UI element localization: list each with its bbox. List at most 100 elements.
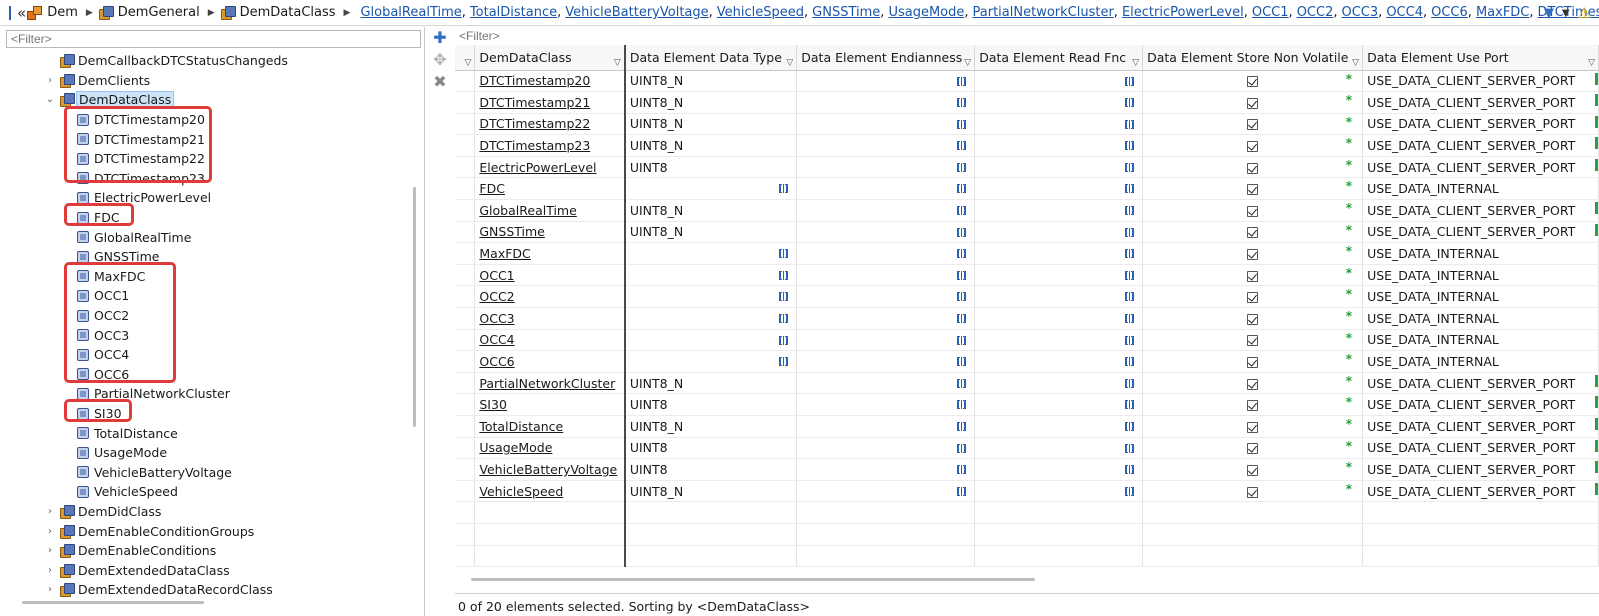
breadcrumb-element-link[interactable]: GNSSTime bbox=[812, 5, 880, 20]
column-filter-icon[interactable]: ▽ bbox=[464, 58, 471, 68]
add-element-icon[interactable]: ✚ bbox=[430, 28, 450, 48]
store-non-volatile-checkbox[interactable] bbox=[1247, 400, 1259, 412]
store-non-volatile-checkbox[interactable] bbox=[1247, 227, 1259, 239]
endianness-cell[interactable] bbox=[796, 177, 976, 201]
filter-icon[interactable]: ▼ bbox=[1544, 6, 1554, 21]
row-header[interactable] bbox=[455, 372, 476, 395]
edit-value-icon[interactable] bbox=[779, 270, 789, 280]
data-type-cell[interactable]: UINT8 bbox=[624, 437, 798, 460]
table-row[interactable]: PartialNetworkCluster UINT8_N * USE_DATA_CL… bbox=[455, 372, 1599, 395]
breadcrumb-item[interactable]: Dem bbox=[26, 5, 78, 20]
data-type-cell[interactable]: UINT8_N bbox=[624, 113, 798, 136]
store-non-volatile-cell[interactable]: * bbox=[1142, 393, 1364, 416]
row-header-corner[interactable]: ▽ bbox=[455, 45, 476, 71]
row-header[interactable] bbox=[455, 134, 476, 157]
data-type-cell[interactable] bbox=[624, 307, 798, 330]
breadcrumb-element-link[interactable]: VehicleSpeed bbox=[717, 5, 804, 20]
data-type-cell[interactable]: UINT8_N bbox=[624, 70, 798, 93]
store-non-volatile-cell[interactable]: * bbox=[1142, 134, 1364, 157]
endianness-cell[interactable] bbox=[796, 458, 976, 481]
edit-value-icon[interactable] bbox=[1125, 206, 1135, 216]
column-filter-icon[interactable]: ▽ bbox=[786, 58, 793, 68]
table-row[interactable]: VehicleSpeed UINT8_N * USE_DATA_CLIENT_SERV… bbox=[455, 480, 1599, 503]
edit-value-icon[interactable] bbox=[957, 162, 967, 172]
store-non-volatile-checkbox[interactable] bbox=[1247, 249, 1259, 261]
breadcrumb-item[interactable]: DemDataClass bbox=[220, 5, 336, 20]
store-non-volatile-cell[interactable]: * bbox=[1142, 350, 1364, 373]
edit-value-icon[interactable] bbox=[1125, 314, 1135, 324]
data-type-cell[interactable] bbox=[624, 329, 798, 352]
table-row[interactable]: GlobalRealTime UINT8_N * USE_DATA_CLIENT_SE… bbox=[455, 199, 1599, 222]
element-link[interactable]: GlobalRealTime bbox=[479, 203, 576, 218]
breadcrumb-element-link[interactable]: UsageMode bbox=[888, 5, 964, 20]
edit-value-icon[interactable] bbox=[779, 314, 789, 324]
table-row[interactable]: VehicleBatteryVoltage UINT8 * USE_DATA_CLIE… bbox=[455, 458, 1599, 481]
element-link[interactable]: SI30 bbox=[479, 397, 507, 412]
store-non-volatile-cell[interactable]: * bbox=[1142, 70, 1364, 93]
tree-item[interactable]: SI30 bbox=[77, 404, 122, 424]
row-header[interactable] bbox=[455, 91, 476, 114]
row-header[interactable] bbox=[455, 437, 476, 460]
chevron-right-icon[interactable]: › bbox=[44, 565, 56, 576]
endianness-cell[interactable] bbox=[796, 372, 976, 395]
tree-item[interactable]: OCC4 bbox=[77, 345, 129, 365]
store-non-volatile-cell[interactable]: * bbox=[1142, 177, 1364, 201]
breadcrumb-element-link[interactable]: OCC4 bbox=[1386, 5, 1423, 20]
store-non-volatile-cell[interactable]: * bbox=[1142, 285, 1364, 309]
name-cell[interactable]: PartialNetworkCluster bbox=[474, 372, 626, 395]
tree-item[interactable]: › DemClients bbox=[44, 71, 150, 91]
edit-value-icon[interactable] bbox=[1125, 378, 1135, 388]
tree-item[interactable]: VehicleSpeed bbox=[77, 482, 178, 502]
store-non-volatile-checkbox[interactable] bbox=[1247, 357, 1259, 369]
row-header[interactable] bbox=[455, 350, 476, 373]
edit-value-icon[interactable] bbox=[1125, 400, 1135, 410]
element-link[interactable]: DTCTimestamp22 bbox=[479, 116, 590, 131]
data-type-cell[interactable]: UINT8_N bbox=[624, 91, 798, 114]
data-type-cell[interactable]: UINT8 bbox=[624, 393, 798, 416]
use-port-cell[interactable]: USE_DATA_INTERNAL bbox=[1362, 307, 1599, 330]
name-cell[interactable]: DTCTimestamp22 bbox=[474, 113, 626, 136]
edit-value-icon[interactable] bbox=[779, 335, 789, 345]
name-cell[interactable]: DTCTimestamp21 bbox=[474, 91, 626, 114]
table-row[interactable]: FDC * USE_DATA_INTERNAL bbox=[455, 177, 1599, 201]
edit-value-icon[interactable] bbox=[1125, 184, 1135, 194]
store-non-volatile-checkbox[interactable] bbox=[1247, 184, 1259, 196]
endianness-cell[interactable] bbox=[796, 156, 976, 179]
edit-value-icon[interactable] bbox=[957, 184, 967, 194]
chevron-right-icon[interactable]: › bbox=[44, 526, 56, 537]
element-link[interactable]: MaxFDC bbox=[479, 246, 530, 261]
breadcrumb-element-link[interactable]: OCC3 bbox=[1342, 5, 1379, 20]
row-header[interactable] bbox=[455, 221, 476, 244]
edit-value-icon[interactable] bbox=[1125, 486, 1135, 496]
read-fnc-cell[interactable] bbox=[974, 134, 1144, 157]
edit-value-icon[interactable] bbox=[957, 422, 967, 431]
endianness-cell[interactable] bbox=[796, 70, 976, 93]
element-link[interactable]: OCC3 bbox=[479, 311, 514, 326]
breadcrumb-element-link[interactable]: PartialNetworkCluster bbox=[973, 5, 1114, 20]
row-header[interactable] bbox=[455, 264, 476, 287]
endianness-cell[interactable] bbox=[796, 350, 976, 373]
column-header[interactable]: Data Element Store Non Volatile ▽ bbox=[1142, 45, 1364, 71]
element-link[interactable]: FDC bbox=[479, 181, 505, 196]
warning-icon[interactable]: ⚠ bbox=[1578, 4, 1591, 22]
use-port-cell[interactable]: USE_DATA_INTERNAL bbox=[1362, 329, 1599, 352]
store-non-volatile-checkbox[interactable] bbox=[1247, 141, 1259, 153]
breadcrumb-element-link[interactable]: OCC1 bbox=[1252, 5, 1289, 20]
edit-value-icon[interactable] bbox=[779, 184, 789, 194]
edit-value-icon[interactable] bbox=[1125, 76, 1135, 86]
data-type-cell[interactable]: UINT8_N bbox=[624, 221, 798, 244]
row-header[interactable] bbox=[455, 307, 476, 330]
store-non-volatile-checkbox[interactable] bbox=[1247, 378, 1259, 390]
store-non-volatile-checkbox[interactable] bbox=[1247, 313, 1259, 325]
table-row[interactable]: DTCTimestamp21 UINT8_N * USE_DATA_CLIENT_SE… bbox=[455, 91, 1599, 114]
store-non-volatile-cell[interactable]: * bbox=[1142, 437, 1364, 460]
table-row[interactable]: OCC2 * USE_DATA_INTERNAL bbox=[455, 285, 1599, 309]
name-cell[interactable]: TotalDistance bbox=[474, 415, 626, 438]
edit-value-icon[interactable] bbox=[779, 292, 789, 302]
tree-item[interactable]: DTCTimestamp23 bbox=[77, 169, 205, 189]
table-row[interactable]: DTCTimestamp22 UINT8_N * USE_DATA_CLIENT_SE… bbox=[455, 113, 1599, 136]
edit-value-icon[interactable] bbox=[1125, 335, 1135, 345]
use-port-cell[interactable]: USE_DATA_CLIENT_SERVER_PORT bbox=[1362, 156, 1599, 179]
use-port-cell[interactable]: USE_DATA_CLIENT_SERVER_PORT bbox=[1362, 415, 1599, 438]
chevron-right-icon[interactable]: › bbox=[44, 545, 56, 556]
